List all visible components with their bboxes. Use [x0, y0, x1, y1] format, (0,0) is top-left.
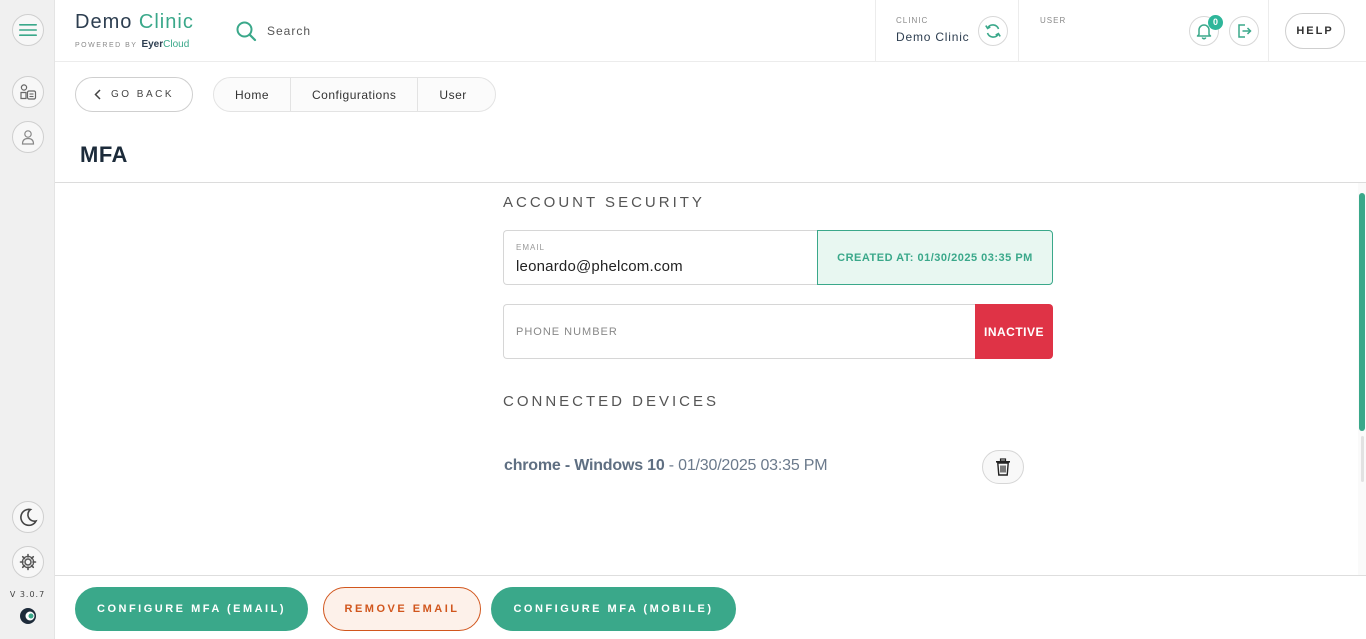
powered-by-eyer: Eyer: [141, 39, 164, 50]
breadcrumb: Home Configurations User: [213, 77, 496, 112]
notification-count-badge: 0: [1208, 15, 1223, 30]
email-field[interactable]: EMAIL leonardo@phelcom.com: [503, 230, 818, 285]
phone-number-label: PHONE NUMBER: [516, 326, 618, 338]
title-divider: [55, 182, 1366, 183]
configure-mfa-mobile-button[interactable]: CONFIGURE MFA (MOBILE): [491, 587, 736, 631]
configure-mfa-email-button[interactable]: CONFIGURE MFA (EMAIL): [75, 587, 308, 631]
breadcrumb-user[interactable]: User: [418, 78, 494, 111]
brand-name-second: Clinic: [138, 11, 194, 33]
device-item: chrome - Windows 10 - 01/30/2025 03:35 P…: [504, 457, 828, 475]
powered-by-cloud: Cloud: [163, 39, 190, 50]
connected-devices-heading: CONNECTED DEVICES: [503, 393, 720, 410]
logout-icon: [1238, 24, 1252, 38]
scrollbar-track-lower: [1361, 436, 1364, 482]
patients-nav-button[interactable]: [12, 121, 44, 153]
user-label: USER: [1040, 16, 1067, 25]
email-created-at-badge: CREATED AT: 01/30/2025 03:35 PM: [817, 230, 1053, 285]
moon-icon: [20, 508, 38, 527]
clinic-label: CLINIC: [896, 16, 929, 25]
menu-button[interactable]: [12, 14, 44, 46]
brand-name-first: Demo: [75, 11, 133, 33]
search-icon[interactable]: [235, 20, 257, 42]
breadcrumb-configurations[interactable]: Configurations: [291, 78, 419, 111]
left-sidebar: V 3.0.7: [0, 0, 55, 639]
scrollbar-thumb[interactable]: [1359, 193, 1365, 431]
page-title: MFA: [80, 142, 128, 167]
header-divider: [875, 0, 876, 62]
eyer-logo-icon: [20, 608, 36, 624]
help-button[interactable]: HELP: [1285, 13, 1345, 49]
device-name: chrome - Windows 10: [504, 457, 665, 474]
logout-button[interactable]: [1229, 16, 1259, 46]
action-footer: CONFIGURE MFA (EMAIL) REMOVE EMAIL CONFI…: [55, 575, 1366, 639]
user-icon: [21, 130, 35, 145]
remove-device-button[interactable]: [982, 450, 1024, 484]
phone-number-field[interactable]: PHONE NUMBER: [503, 304, 976, 359]
device-date: - 01/30/2025 03:35 PM: [664, 457, 828, 474]
powered-by-text: POWERED BY: [75, 42, 138, 49]
chevron-left-icon: [94, 89, 101, 100]
top-header: Demo Clinic POWERED BYEyerCloud CLINIC D…: [55, 0, 1366, 62]
email-label: EMAIL: [516, 243, 546, 252]
remove-email-button[interactable]: REMOVE EMAIL: [323, 587, 481, 631]
trash-icon: [996, 458, 1010, 476]
brand-logo[interactable]: Demo Clinic: [75, 11, 194, 34]
patient-list-icon: [20, 84, 37, 100]
dark-mode-toggle[interactable]: [12, 501, 44, 533]
hamburger-icon: [19, 24, 37, 36]
refresh-icon: [985, 24, 1001, 38]
gear-icon: [19, 553, 37, 571]
breadcrumb-home[interactable]: Home: [214, 78, 292, 111]
go-back-button[interactable]: GO BACK: [75, 77, 193, 112]
header-divider: [1268, 0, 1269, 62]
version-label: V 3.0.7: [9, 590, 46, 599]
exams-nav-button[interactable]: [12, 76, 44, 108]
phone-status-badge: INACTIVE: [975, 304, 1053, 359]
clinic-value: Demo Clinic: [896, 30, 970, 44]
settings-button[interactable]: [12, 546, 44, 578]
powered-by: POWERED BY EyerCloud: [75, 39, 189, 50]
header-divider: [1018, 0, 1019, 62]
account-security-heading: ACCOUNT SECURITY: [503, 194, 705, 211]
email-value: leonardo@phelcom.com: [516, 258, 683, 275]
go-back-label: GO BACK: [110, 89, 175, 100]
search-input[interactable]: [267, 18, 517, 44]
switch-clinic-button[interactable]: [978, 16, 1008, 46]
